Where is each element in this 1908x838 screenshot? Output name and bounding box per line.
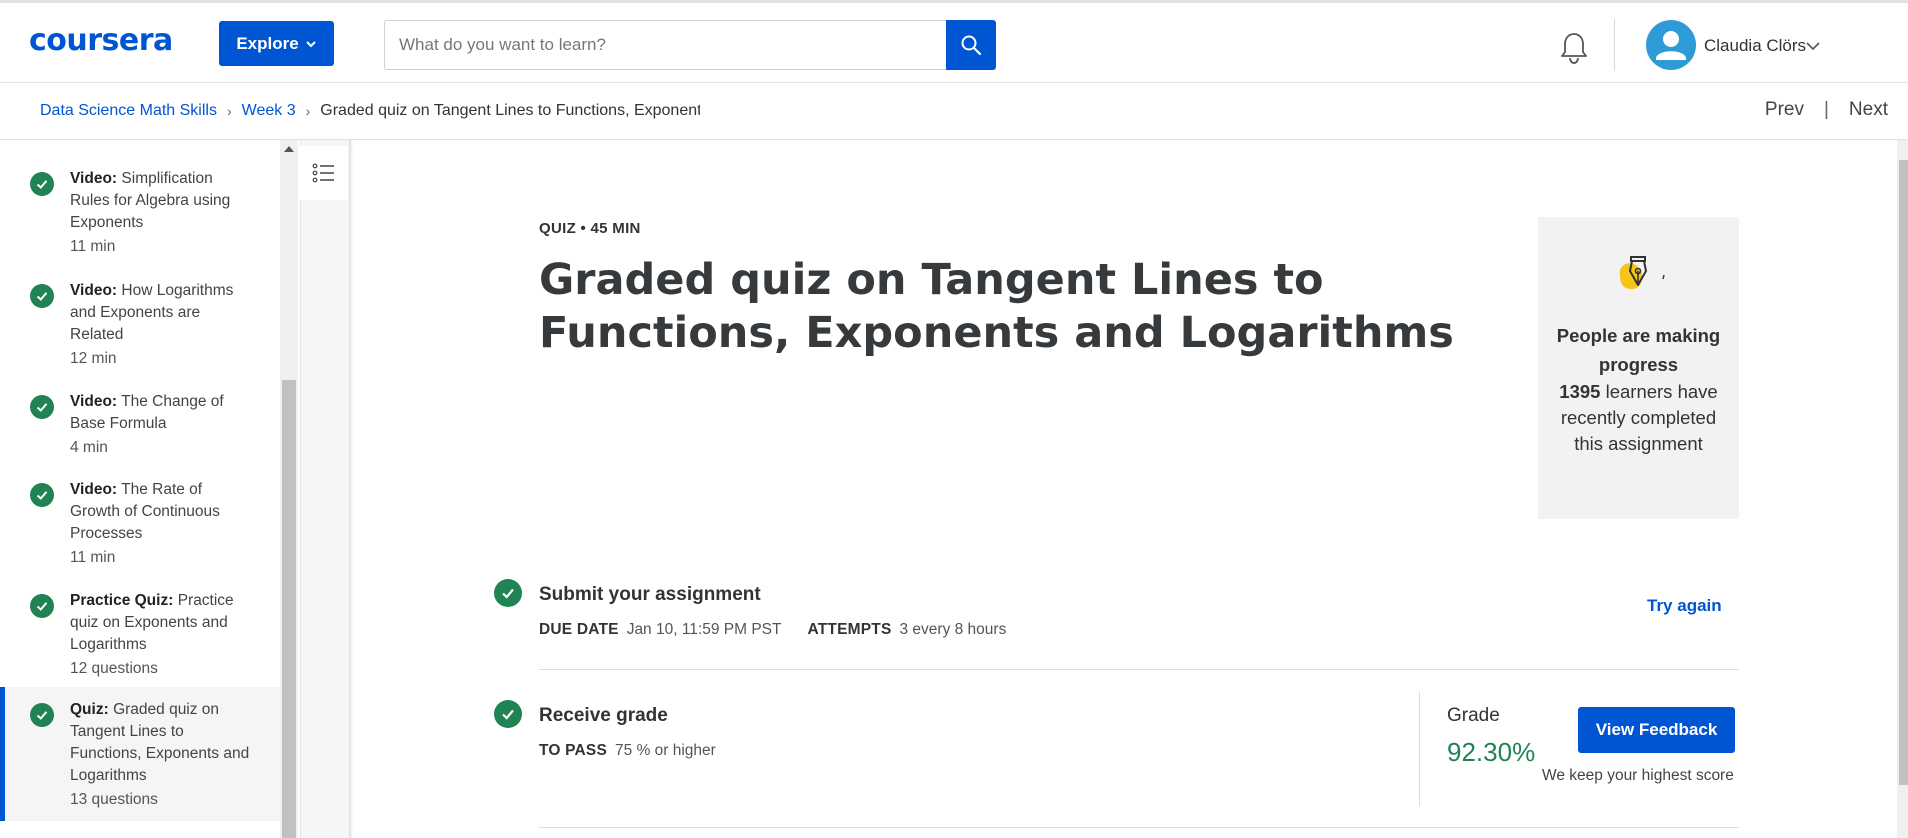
main-scrollbar-thumb[interactable] [1899, 160, 1908, 785]
list-icon [312, 163, 334, 183]
receive-grade-title: Receive grade [539, 705, 668, 726]
check-circle-icon [30, 284, 54, 308]
prev-next-nav: Prev | Next [1765, 99, 1888, 121]
sidebar-item-type: Video: [70, 282, 118, 299]
breadcrumb: Data Science Math Skills › Week 3 › Grad… [40, 102, 700, 120]
to-pass-value: 75 % or higher [615, 742, 716, 759]
sidebar-item-meta: 13 questions [70, 791, 158, 808]
sidebar-item-meta: 11 min [70, 238, 116, 255]
scroll-up-arrow-icon[interactable] [284, 146, 294, 152]
chevron-down-icon[interactable] [1806, 41, 1820, 51]
progress-heading: People are making progress [1556, 325, 1721, 375]
search-bar [384, 20, 996, 70]
check-circle-icon [494, 579, 522, 607]
search-button[interactable] [946, 20, 996, 70]
breadcrumb-bar: Data Science Math Skills › Week 3 › Grad… [0, 83, 1908, 140]
check-circle-icon [30, 172, 54, 196]
sidebar-item-meta: 12 questions [70, 660, 158, 677]
toc-toggle-button[interactable] [300, 146, 348, 200]
check-circle-icon [30, 703, 54, 727]
attempts-label: ATTEMPTS [807, 621, 892, 638]
highest-score-note: We keep your highest score [1542, 767, 1734, 784]
due-date-label: DUE DATE [539, 621, 619, 638]
sidebar-item-type: Video: [70, 393, 118, 410]
attempts-value: 3 every 8 hours [899, 621, 1007, 638]
progress-text: People are making progress 1395 learners… [1548, 321, 1729, 457]
sidebar-item-type: Quiz: [70, 701, 109, 718]
grade-label: Grade [1447, 705, 1500, 726]
header-divider [1614, 19, 1615, 71]
sidebar-item-meta: 11 min [70, 549, 116, 566]
explore-button[interactable]: Explore [219, 21, 334, 66]
search-icon [961, 35, 982, 56]
course-sidebar: Video: Simplification Rules for Algebra … [0, 140, 280, 838]
search-input[interactable] [384, 20, 946, 70]
breadcrumb-week-link[interactable]: Week 3 [242, 102, 296, 120]
breadcrumb-course-link[interactable]: Data Science Math Skills [40, 102, 217, 120]
pen-nib-icon [1619, 256, 1665, 290]
sidebar-item-type: Video: [70, 481, 118, 498]
sidebar-item-meta: 4 min [70, 439, 108, 456]
divider [539, 827, 1739, 828]
breadcrumb-current: Graded quiz on Tangent Lines to Function… [320, 102, 701, 119]
sidebar-item[interactable]: Video: Simplification Rules for Algebra … [0, 162, 280, 274]
view-feedback-button[interactable]: View Feedback [1578, 707, 1735, 753]
check-circle-icon [30, 483, 54, 507]
explore-label: Explore [236, 33, 299, 53]
user-name[interactable]: Claudia Clörs [1704, 36, 1806, 56]
sidebar-item[interactable]: Video: The Change of Base Formula 4 min [0, 385, 280, 473]
sidebar-item[interactable]: Practice Quiz: Practice quiz on Exponent… [0, 584, 280, 694]
submit-title: Submit your assignment [539, 584, 761, 605]
divider [539, 669, 1739, 670]
sidebar-item-meta: 12 min [70, 350, 117, 367]
pass-meta: TO PASS 75 % or higher [539, 742, 716, 760]
chevron-right-icon: › [226, 103, 232, 119]
try-again-link[interactable]: Try again [1647, 596, 1722, 616]
submit-meta: DUE DATE Jan 10, 11:59 PM PST ATTEMPTS 3 e… [539, 621, 1006, 639]
check-circle-icon [30, 594, 54, 618]
sidebar-item-type: Video: [70, 170, 118, 187]
check-circle-icon [494, 700, 522, 728]
learner-count: 1395 [1559, 381, 1601, 402]
nav-divider: | [1823, 99, 1829, 120]
coursera-logo[interactable]: coursera [29, 23, 173, 58]
grade-divider [1419, 692, 1420, 806]
check-circle-icon [30, 395, 54, 419]
sidebar-scrollbar-thumb[interactable] [282, 380, 296, 838]
next-link[interactable]: Next [1849, 99, 1888, 121]
sidebar-item-type: Practice Quiz: [70, 592, 174, 609]
to-pass-label: TO PASS [539, 742, 608, 759]
top-header: coursera Explore Claudia Clörs [0, 3, 1908, 83]
chevron-down-icon [305, 40, 316, 47]
bell-icon[interactable] [1558, 31, 1590, 65]
chevron-right-icon: › [305, 103, 311, 119]
grade-value: 92.30% [1447, 737, 1536, 767]
due-date-value: Jan 10, 11:59 PM PST [626, 621, 782, 638]
quiz-type-label: QUIZ • 45 MIN [539, 220, 641, 237]
toc-column [300, 140, 350, 838]
page-title: Graded quiz on Tangent Lines to Function… [539, 255, 1454, 358]
sidebar-item-active[interactable]: Quiz: Graded quiz on Tangent Lines to Fu… [0, 687, 280, 821]
prev-link[interactable]: Prev [1765, 99, 1804, 121]
avatar-icon[interactable] [1646, 20, 1696, 70]
sidebar-item[interactable]: Video: The Rate of Growth of Continuous … [0, 473, 280, 583]
sidebar-item[interactable]: Video: How Logarithms and Exponents are … [0, 274, 280, 384]
progress-card: People are making progress 1395 learners… [1538, 217, 1739, 519]
content-edge-shadow [349, 140, 353, 838]
